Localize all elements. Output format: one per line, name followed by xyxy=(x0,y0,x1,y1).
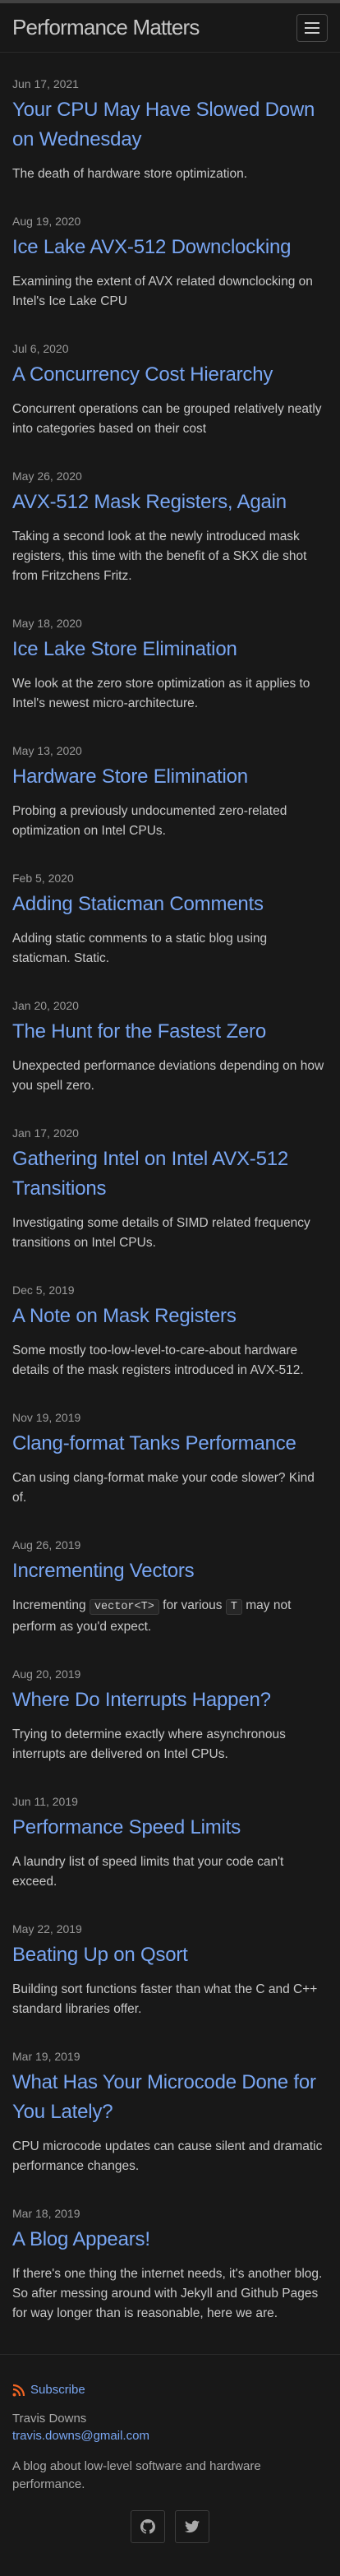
post-item: Aug 20, 2019 Where Do Interrupts Happen?… xyxy=(12,1667,328,1764)
post-title-link[interactable]: Your CPU May Have Slowed Down on Wednesd… xyxy=(12,95,328,155)
github-link[interactable] xyxy=(131,2510,165,2543)
hamburger-icon-bar xyxy=(305,26,319,29)
post-excerpt: We look at the zero store optimization a… xyxy=(12,677,310,710)
post-title-link[interactable]: Gathering Intel on Intel AVX-512 Transit… xyxy=(12,1145,328,1204)
site-title[interactable]: Performance Matters xyxy=(12,15,200,40)
post-item: Jan 20, 2020 The Hunt for the Fastest Ze… xyxy=(12,999,328,1096)
post-excerpt: Adding static comments to a static blog … xyxy=(12,932,268,965)
post-title-link[interactable]: Beating Up on Qsort xyxy=(12,1940,328,1970)
post-date: Aug 26, 2019 xyxy=(12,1538,81,1552)
site-description: A blog about low-level software and hard… xyxy=(12,2459,261,2491)
post-date: Aug 19, 2020 xyxy=(12,215,81,228)
post-date: Aug 20, 2019 xyxy=(12,1667,81,1681)
post-excerpt: Concurrent operations can be grouped rel… xyxy=(12,402,322,436)
post-date: Nov 19, 2019 xyxy=(12,1411,81,1424)
post-title-link[interactable]: A Concurrency Cost Hierarchy xyxy=(12,360,328,390)
post-date: Feb 5, 2020 xyxy=(12,872,74,885)
post-list: Jun 17, 2021 Your CPU May Have Slowed Do… xyxy=(0,53,340,2324)
rss-icon xyxy=(12,2384,25,2396)
post-date: Mar 19, 2019 xyxy=(12,2050,80,2063)
hamburger-icon-bar xyxy=(305,21,319,24)
post-excerpt: Trying to determine exactly where asynch… xyxy=(12,1727,286,1761)
post-item: Mar 19, 2019 What Has Your Microcode Don… xyxy=(12,2050,328,2176)
author-email-link[interactable]: travis.downs@gmail.com xyxy=(12,2429,328,2443)
post-item: Jun 17, 2021 Your CPU May Have Slowed Do… xyxy=(12,77,328,184)
hamburger-icon-bar xyxy=(305,31,319,34)
excerpt-text: for various xyxy=(163,1598,223,1612)
post-title-link[interactable]: Where Do Interrupts Happen? xyxy=(12,1686,328,1715)
site-header: Performance Matters xyxy=(0,3,340,53)
post-item: Aug 19, 2020 Ice Lake AVX-512 Downclocki… xyxy=(12,215,328,312)
post-title-link[interactable]: Hardware Store Elimination xyxy=(12,762,328,792)
post-excerpt: If there's one thing the internet needs,… xyxy=(12,2267,323,2320)
post-excerpt: Can using clang-format make your code sl… xyxy=(12,1471,315,1505)
post-title-link[interactable]: What Has Your Microcode Done for You Lat… xyxy=(12,2068,328,2127)
post-date: Dec 5, 2019 xyxy=(12,1283,75,1297)
post-date: Jun 11, 2019 xyxy=(12,1795,78,1808)
post-item: Dec 5, 2019 A Note on Mask Registers Som… xyxy=(12,1283,328,1380)
excerpt-text: Incrementing xyxy=(12,1598,86,1612)
post-excerpt: Incrementing vector<T> for various T may… xyxy=(12,1596,328,1637)
post-title-link[interactable]: Incrementing Vectors xyxy=(12,1556,328,1586)
menu-toggle-button[interactable] xyxy=(296,13,328,42)
subscribe-link[interactable]: Subscribe xyxy=(30,2383,85,2397)
post-excerpt: The death of hardware store optimization… xyxy=(12,167,248,181)
post-title-link[interactable]: AVX-512 Mask Registers, Again xyxy=(12,488,328,517)
post-excerpt: Examining the extent of AVX related down… xyxy=(12,275,313,308)
post-date: Mar 18, 2019 xyxy=(12,2207,80,2220)
post-excerpt: Taking a second look at the newly introd… xyxy=(12,530,307,583)
inline-code: vector<T> xyxy=(89,1599,159,1615)
post-date: Jul 6, 2020 xyxy=(12,342,69,355)
post-title-link[interactable]: A Note on Mask Registers xyxy=(12,1302,328,1331)
post-excerpt: Unexpected performance deviations depend… xyxy=(12,1059,324,1093)
post-excerpt: Probing a previously undocumented zero-r… xyxy=(12,804,287,838)
post-item: Nov 19, 2019 Clang-format Tanks Performa… xyxy=(12,1411,328,1508)
twitter-icon xyxy=(185,2520,200,2533)
post-item: May 26, 2020 AVX-512 Mask Registers, Aga… xyxy=(12,469,328,586)
post-item: Jan 17, 2020 Gathering Intel on Intel AV… xyxy=(12,1126,328,1253)
post-date: Jan 20, 2020 xyxy=(12,999,79,1012)
post-item: May 22, 2019 Beating Up on Qsort Buildin… xyxy=(12,1922,328,2019)
post-date: May 18, 2020 xyxy=(12,617,82,630)
post-date: Jan 17, 2020 xyxy=(12,1126,79,1140)
post-title-link[interactable]: Ice Lake AVX-512 Downclocking xyxy=(12,233,328,262)
post-title-link[interactable]: Clang-format Tanks Performance xyxy=(12,1429,328,1459)
post-title-link[interactable]: Performance Speed Limits xyxy=(12,1813,328,1843)
post-item: Aug 26, 2019 Incrementing Vectors Increm… xyxy=(12,1538,328,1637)
post-item: May 13, 2020 Hardware Store Elimination … xyxy=(12,744,328,841)
post-date: Jun 17, 2021 xyxy=(12,77,79,90)
post-excerpt: Building sort functions faster than what… xyxy=(12,1982,318,2016)
post-title-link[interactable]: The Hunt for the Fastest Zero xyxy=(12,1017,328,1047)
post-date: May 13, 2020 xyxy=(12,744,82,757)
post-excerpt: A laundry list of speed limits that your… xyxy=(12,1855,284,1889)
twitter-link[interactable] xyxy=(175,2510,209,2543)
post-excerpt: Investigating some details of SIMD relat… xyxy=(12,1216,310,1250)
post-item: Mar 18, 2019 A Blog Appears! If there's … xyxy=(12,2207,328,2324)
post-item: Feb 5, 2020 Adding Staticman Comments Ad… xyxy=(12,872,328,969)
post-item: Jul 6, 2020 A Concurrency Cost Hierarchy… xyxy=(12,342,328,439)
site-footer: Subscribe Travis Downs travis.downs@gmai… xyxy=(0,2354,340,2576)
post-item: Jun 11, 2019 Performance Speed Limits A … xyxy=(12,1795,328,1892)
post-excerpt: CPU microcode updates can cause silent a… xyxy=(12,2139,323,2173)
subscribe-row: Subscribe xyxy=(12,2383,328,2397)
post-date: May 26, 2020 xyxy=(12,469,82,483)
post-title-link[interactable]: Adding Staticman Comments xyxy=(12,890,328,919)
author-name: Travis Downs xyxy=(12,2412,87,2426)
post-date: May 22, 2019 xyxy=(12,1922,82,1935)
social-links xyxy=(12,2510,328,2543)
post-item: May 18, 2020 Ice Lake Store Elimination … xyxy=(12,617,328,714)
post-title-link[interactable]: Ice Lake Store Elimination xyxy=(12,635,328,664)
post-excerpt: Some mostly too-low-level-to-care-about … xyxy=(12,1343,304,1377)
inline-code: T xyxy=(225,1599,242,1615)
github-icon xyxy=(140,2519,155,2534)
post-title-link[interactable]: A Blog Appears! xyxy=(12,2225,328,2255)
